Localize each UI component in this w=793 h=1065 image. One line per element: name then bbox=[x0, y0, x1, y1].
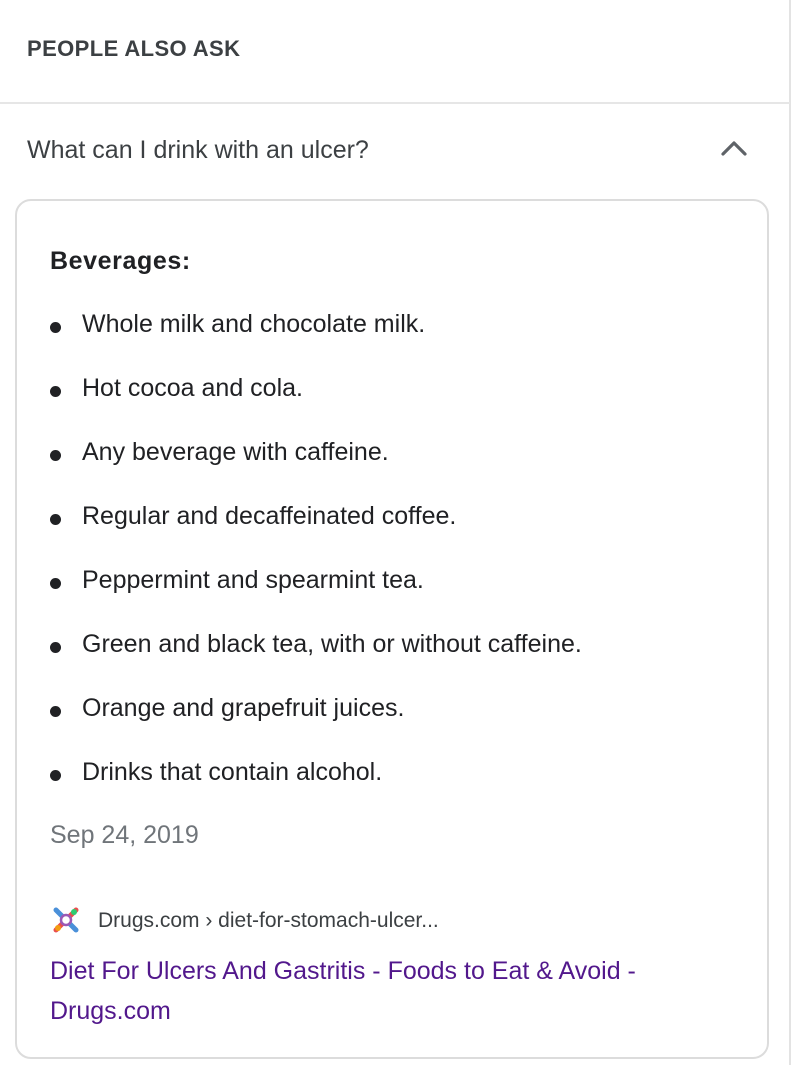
bullet-icon bbox=[50, 642, 61, 653]
drugs-com-favicon-icon bbox=[51, 905, 81, 935]
list-item-text: Peppermint and spearmint tea. bbox=[82, 566, 424, 594]
list-item-text: Whole milk and chocolate milk. bbox=[82, 310, 426, 338]
list-item-text: Green and black tea, with or without caf… bbox=[82, 630, 582, 658]
bullet-icon bbox=[50, 770, 61, 781]
list-item-text: Drinks that contain alcohol. bbox=[82, 758, 383, 786]
bullet-icon bbox=[50, 578, 61, 589]
source-breadcrumb[interactable]: Drugs.com › diet-for-stomach-ulcer... bbox=[98, 909, 439, 933]
result-title-link[interactable]: Diet For Ulcers And Gastritis - Foods to… bbox=[50, 951, 740, 1031]
list-item-text: Regular and decaffeinated coffee. bbox=[82, 502, 457, 530]
answer-date: Sep 24, 2019 bbox=[50, 821, 199, 849]
bullet-icon bbox=[50, 706, 61, 717]
chevron-up-icon[interactable] bbox=[718, 136, 750, 160]
question-text: What can I drink with an ulcer? bbox=[27, 136, 369, 164]
answer-heading: Beverages: bbox=[50, 247, 191, 275]
bullet-icon bbox=[50, 386, 61, 397]
bullet-icon bbox=[50, 322, 61, 333]
list-item-text: Any beverage with caffeine. bbox=[82, 438, 389, 466]
bullet-icon bbox=[50, 450, 61, 461]
answer-panel: Beverages: Whole milk and chocolate milk… bbox=[15, 199, 769, 1059]
people-also-ask-card: PEOPLE ALSO ASK What can I drink with an… bbox=[0, 0, 791, 1065]
list-item-text: Hot cocoa and cola. bbox=[82, 374, 303, 402]
people-also-ask-header: PEOPLE ALSO ASK bbox=[27, 36, 241, 61]
bullet-icon bbox=[50, 514, 61, 525]
list-item-text: Orange and grapefruit juices. bbox=[82, 694, 405, 722]
question-toggle[interactable]: What can I drink with an ulcer? bbox=[0, 104, 790, 196]
